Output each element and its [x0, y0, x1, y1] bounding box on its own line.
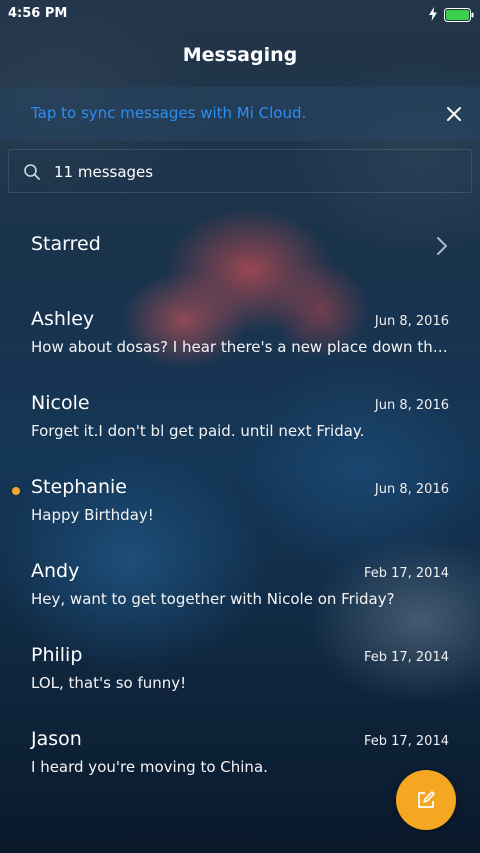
- chevron-right-icon: [436, 236, 448, 260]
- contact-name: Nicole: [31, 392, 90, 414]
- battery-icon: [444, 7, 474, 22]
- message-snippet: I heard you're moving to China.: [31, 758, 268, 776]
- message-date: Jun 8, 2016: [374, 314, 449, 329]
- conversation-item[interactable]: Ashley Jun 8, 2016 How about dosas? I he…: [0, 298, 480, 382]
- starred-row[interactable]: Starred: [0, 220, 480, 272]
- message-snippet: Forget it.I don't bl get paid. until nex…: [31, 422, 365, 440]
- starred-label: Starred: [31, 233, 101, 255]
- contact-name: Philip: [31, 644, 83, 666]
- message-snippet: How about dosas? I hear there's a new pl…: [31, 338, 449, 356]
- contact-name: Stephanie: [31, 476, 127, 498]
- message-snippet: LOL, that's so funny!: [31, 674, 187, 692]
- message-date: Jun 8, 2016: [374, 482, 449, 497]
- message-date: Feb 17, 2014: [363, 734, 449, 749]
- sync-banner[interactable]: Tap to sync messages with Mi Cloud.: [0, 87, 480, 141]
- conversation-item[interactable]: Philip Feb 17, 2014 LOL, that's so funny…: [0, 634, 480, 718]
- message-date: Jun 8, 2016: [374, 398, 449, 413]
- search-placeholder: 11 messages: [54, 163, 154, 181]
- charging-bolt-icon: [428, 6, 438, 25]
- message-date: Feb 17, 2014: [363, 566, 449, 581]
- search-input[interactable]: 11 messages: [8, 149, 472, 193]
- message-snippet: Happy Birthday!: [31, 506, 154, 524]
- search-icon: [23, 163, 41, 185]
- page-title: Messaging: [182, 44, 298, 66]
- conversation-item[interactable]: Andy Feb 17, 2014 Hey, want to get toget…: [0, 550, 480, 634]
- close-icon[interactable]: [444, 104, 464, 124]
- unread-indicator: [12, 487, 20, 495]
- conversation-item[interactable]: Stephanie Jun 8, 2016 Happy Birthday!: [0, 466, 480, 550]
- message-snippet: Hey, want to get together with Nicole on…: [31, 590, 395, 608]
- compose-button[interactable]: [396, 770, 456, 830]
- contact-name: Jason: [31, 728, 82, 750]
- contact-name: Ashley: [31, 308, 95, 330]
- sync-banner-text[interactable]: Tap to sync messages with Mi Cloud.: [31, 104, 306, 122]
- status-bar: 4:56 PM: [0, 0, 480, 28]
- contact-name: Andy: [31, 560, 80, 582]
- conversation-item[interactable]: Nicole Jun 8, 2016 Forget it.I don't bl …: [0, 382, 480, 466]
- message-date: Feb 17, 2014: [363, 650, 449, 665]
- status-time: 4:56 PM: [8, 6, 68, 21]
- compose-icon: [418, 791, 435, 808]
